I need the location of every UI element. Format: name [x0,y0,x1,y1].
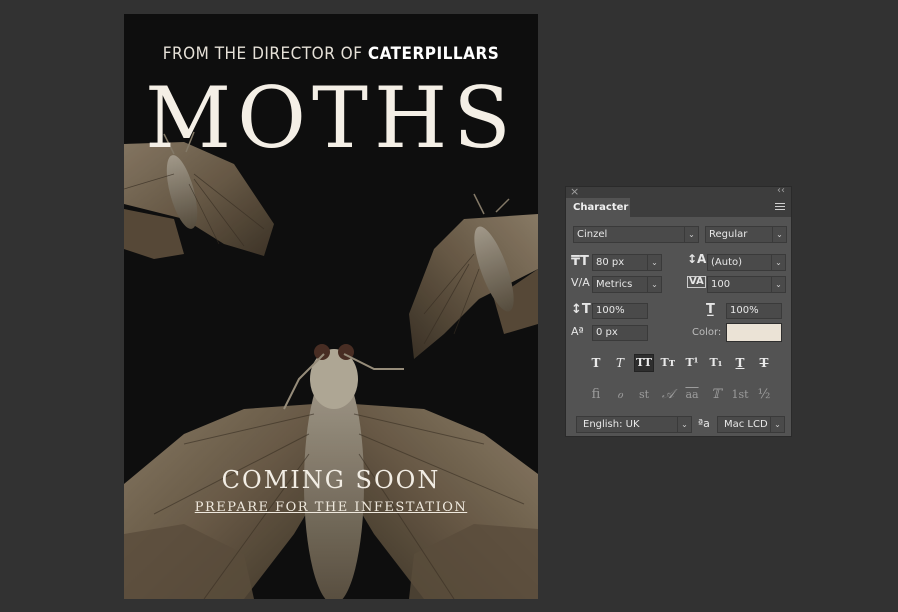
titling-alternates-button[interactable]: 𝕋 [706,386,726,404]
vertical-scale-icon: ↕T [571,302,591,317]
antialias-select[interactable]: Mac LCD ⌄ [717,416,785,433]
font-style-select[interactable]: Regular ⌄ [705,226,787,243]
tagline-film: CATERPILLARS [367,44,500,64]
panel-menu-icon[interactable] [775,203,785,212]
stylistic-alternates-button[interactable]: aa [682,386,702,404]
font-family-value: Cinzel [577,229,608,240]
horizontal-scale-input[interactable]: 100% [726,303,782,319]
underline-button[interactable]: T [730,354,750,372]
font-size-icon: ₸T [571,254,589,269]
character-panel: × ‹‹ Character Cinzel ⌄ Regular ⌄ ₸T 80 … [565,185,792,437]
vertical-scale-input[interactable]: 100% [592,303,648,319]
chevron-down-icon: ⌄ [647,255,661,270]
strikethrough-button[interactable]: T [754,354,774,372]
ligatures-button[interactable]: ﬁ [586,386,606,404]
baseline-shift-input[interactable]: 0 px [592,325,648,341]
poster-tagline: FROM THE DIRECTOR OF CATERPILLARS [124,44,538,64]
leading-select[interactable]: (Auto) ⌄ [707,254,786,271]
leading-value: (Auto) [711,257,743,268]
chevron-down-icon: ⌄ [677,417,691,432]
font-size-value: 80 px [596,257,625,268]
tracking-icon: VA [687,276,706,288]
kerning-select[interactable]: Metrics ⌄ [592,276,662,293]
chevron-down-icon: ⌄ [770,417,784,432]
horizontal-scale-icon: T̲ [706,302,715,317]
moth-right [409,193,538,359]
poster-canvas[interactable]: FROM THE DIRECTOR OF CATERPILLARS MOTHS … [124,14,538,599]
close-icon[interactable]: × [570,185,579,198]
collapse-icon[interactable]: ‹‹ [777,185,785,196]
chevron-down-icon: ⌄ [771,277,785,292]
tab-character[interactable]: Character [566,198,630,217]
antialias-value: Mac LCD [724,419,768,430]
tagline-prefix: FROM THE DIRECTOR OF [162,44,363,64]
language-value: English: UK [583,419,640,430]
contextual-alternates-button[interactable]: ℴ [610,386,630,404]
superscript-button[interactable]: T¹ [682,354,702,372]
chevron-down-icon: ⌄ [647,277,661,292]
font-size-select[interactable]: 80 px ⌄ [592,254,662,271]
poster-prepare-line[interactable]: PREPARE FOR THE INFESTATION [124,500,538,515]
panel-tabbar: Character [566,198,791,217]
color-label: Color: [692,327,722,338]
kerning-value: Metrics [596,279,633,290]
panel-titlebar: × ‹‹ [566,185,791,198]
leading-icon: ↕A [687,252,707,266]
tracking-value: 100 [711,279,731,290]
subscript-button[interactable]: T₁ [706,354,726,372]
chevron-down-icon: ⌄ [684,227,698,242]
antialias-icon: ªa [698,417,710,430]
fractions-button[interactable]: ½ [754,386,774,404]
poster-coming-soon[interactable]: COMING SOON [124,466,538,494]
kerning-icon: V/A [571,276,590,289]
language-select[interactable]: English: UK ⌄ [576,416,692,433]
font-family-select[interactable]: Cinzel ⌄ [573,226,699,243]
tracking-select[interactable]: 100 ⌄ [707,276,786,293]
faux-italic-button[interactable]: T [610,354,630,372]
discretionary-ligatures-button[interactable]: st [634,386,654,404]
chevron-down-icon: ⌄ [771,255,785,270]
font-style-value: Regular [709,229,748,240]
swash-button[interactable]: 𝒜 [658,386,678,404]
ordinals-button[interactable]: 1st [730,386,750,404]
poster-title[interactable]: MOTHS [124,76,538,160]
baseline-shift-icon: Aª [571,325,584,338]
all-caps-button[interactable]: TT [634,354,654,372]
text-color-swatch[interactable] [726,323,782,342]
faux-bold-button[interactable]: T [586,354,606,372]
small-caps-button[interactable]: Tт [658,354,678,372]
chevron-down-icon: ⌄ [772,227,786,242]
